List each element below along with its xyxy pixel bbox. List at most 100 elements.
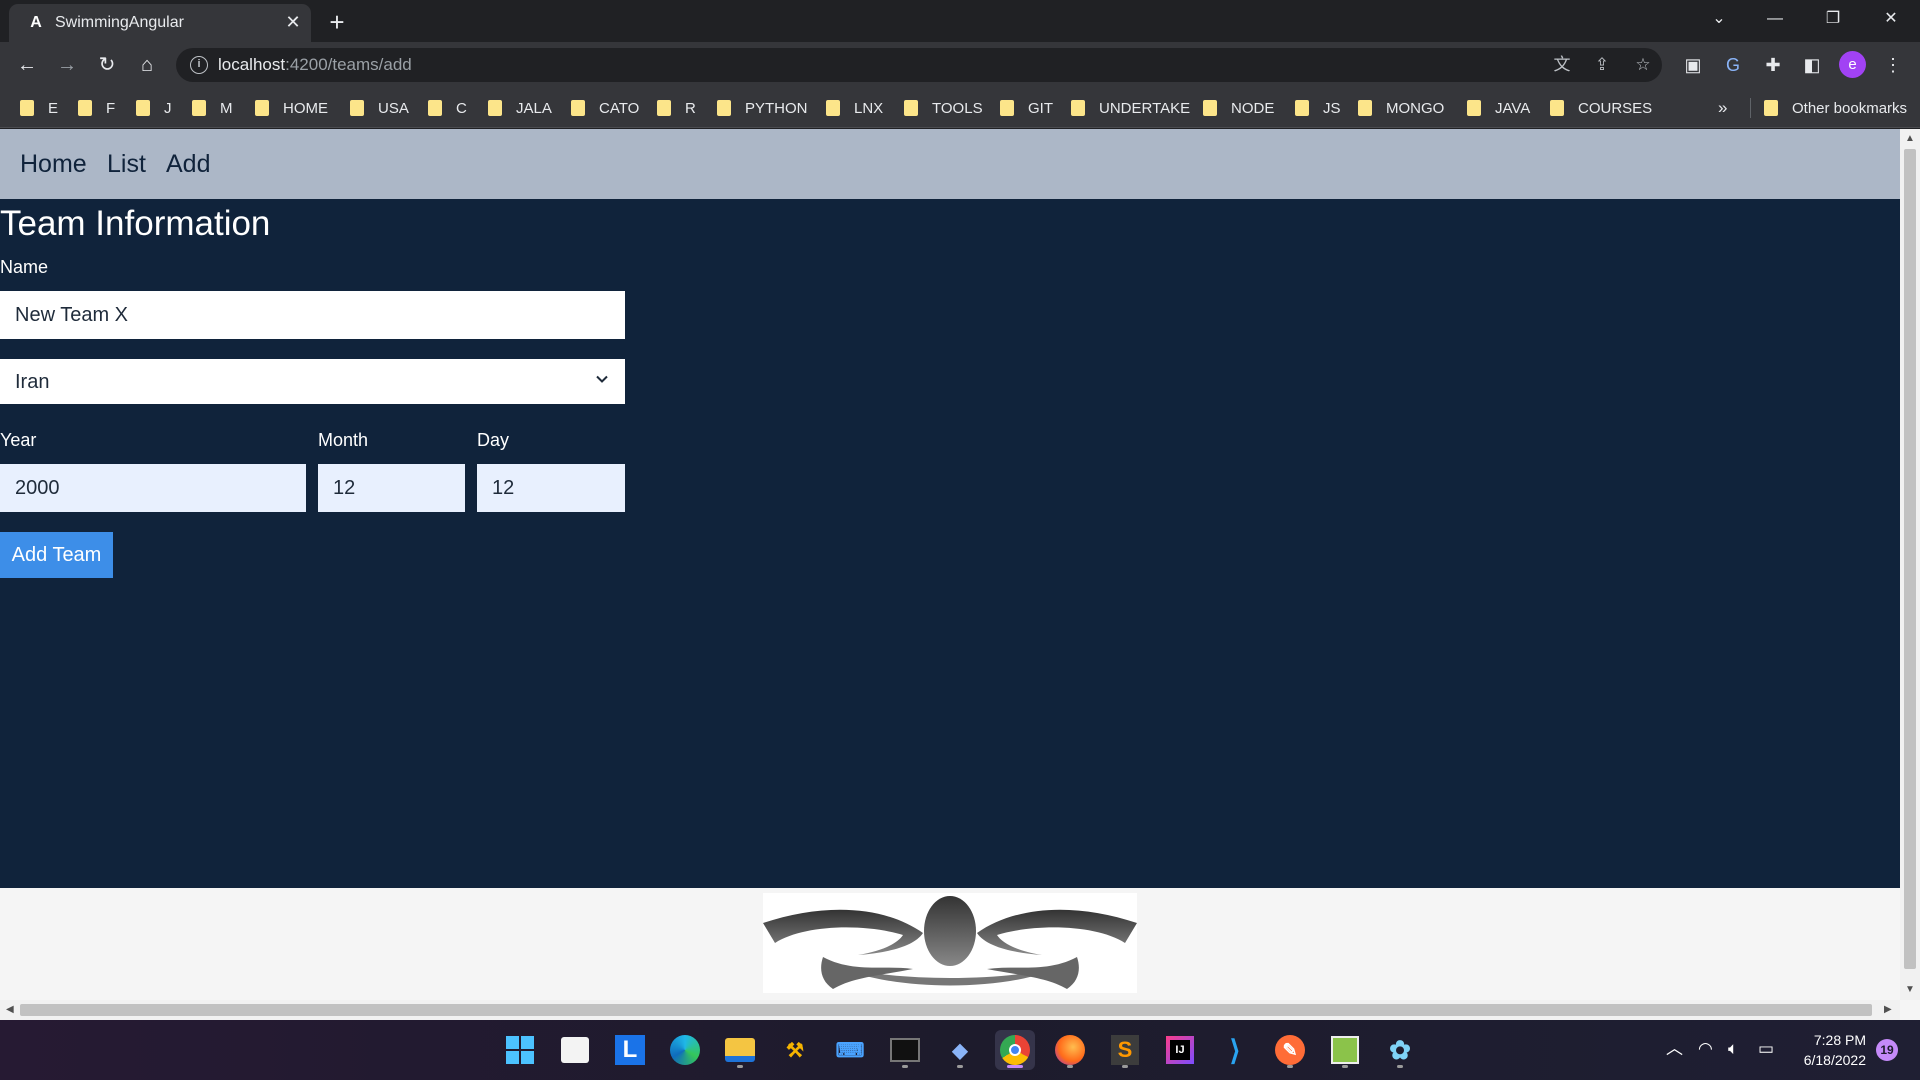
battery-icon[interactable]: ▭	[1758, 1038, 1774, 1060]
bookmark-folder[interactable]: GIT	[1000, 96, 1053, 120]
google-translate-extension-icon[interactable]: G	[1718, 50, 1748, 80]
nav-home-link[interactable]: Home	[20, 149, 87, 179]
terminal-icon[interactable]	[885, 1030, 925, 1070]
scroll-up-arrow-icon[interactable]: ▲	[1905, 134, 1915, 144]
bookmark-folder[interactable]: UNDERTAKE	[1071, 96, 1190, 120]
bookmark-folder[interactable]: C	[428, 96, 467, 120]
team-form-section: Team Information Name New Team X Iran Ye…	[0, 199, 1900, 888]
store-icon[interactable]	[555, 1030, 595, 1070]
nav-list-link[interactable]: List	[107, 149, 146, 179]
bookmark-folder[interactable]: CATO	[571, 96, 639, 120]
mongodb-compass-icon[interactable]: ✿	[1380, 1030, 1420, 1070]
folder-icon	[1764, 100, 1778, 116]
bookmark-folder[interactable]: F	[78, 96, 115, 120]
swimmer-logo-graphic	[763, 896, 1137, 989]
extension-icon[interactable]: ▣	[1678, 50, 1708, 80]
bookmark-folder[interactable]: LNX	[826, 96, 883, 120]
bookmark-folder[interactable]: J	[136, 96, 172, 120]
other-bookmarks-folder[interactable]: Other bookmarks	[1764, 96, 1907, 120]
bookmark-folder[interactable]: USA	[350, 96, 409, 120]
bookmark-folder[interactable]: JS	[1295, 96, 1341, 120]
country-select[interactable]: Iran	[0, 359, 625, 404]
vscode-icon[interactable]: ⟩	[1215, 1030, 1255, 1070]
tab-title: SwimmingAngular	[55, 14, 184, 31]
bookmark-folder[interactable]: PYTHON	[717, 96, 808, 120]
folder-icon	[717, 100, 731, 116]
reload-icon[interactable]: ↻	[92, 50, 122, 80]
bookmark-folder[interactable]: MONGO	[1358, 96, 1444, 120]
minimize-button[interactable]: —	[1752, 4, 1798, 34]
month-input[interactable]: 12	[318, 464, 465, 512]
day-label: Day	[477, 430, 510, 450]
forward-icon[interactable]: →	[52, 50, 82, 80]
year-label: Year	[0, 430, 37, 450]
horizontal-scroll-thumb[interactable]	[20, 1004, 1872, 1016]
close-tab-icon[interactable]: ✕	[281, 10, 305, 34]
restore-button[interactable]: ❐	[1810, 4, 1856, 34]
add-team-button[interactable]: Add Team	[0, 532, 113, 578]
close-window-button[interactable]: ✕	[1868, 4, 1914, 34]
folder-icon	[1203, 100, 1217, 116]
notification-badge[interactable]: 19	[1876, 1039, 1898, 1061]
new-tab-button[interactable]: +	[322, 8, 352, 38]
lens-app-icon[interactable]: L	[610, 1030, 650, 1070]
intellij-icon[interactable]: IJ	[1160, 1030, 1200, 1070]
translate-icon[interactable]: 文	[1550, 54, 1574, 76]
edge-icon[interactable]	[665, 1030, 705, 1070]
system-clock[interactable]: 7:28 PM 6/18/2022	[1796, 1030, 1866, 1070]
nav-add-link[interactable]: Add	[166, 149, 210, 179]
folder-icon	[78, 100, 92, 116]
profile-avatar[interactable]: e	[1839, 51, 1866, 78]
back-icon[interactable]: ←	[12, 50, 42, 80]
bookmark-folder[interactable]: JAVA	[1467, 96, 1530, 120]
horizontal-scrollbar[interactable]: ◀ ▶	[0, 1000, 1900, 1020]
bookmark-folder[interactable]: NODE	[1203, 96, 1274, 120]
browser-tab[interactable]: A SwimmingAngular ✕	[9, 4, 311, 42]
show-hidden-icons-icon[interactable]: ︿	[1666, 1038, 1683, 1060]
share-icon[interactable]: ⇪	[1590, 54, 1614, 76]
folder-icon	[1071, 100, 1085, 116]
side-panel-icon[interactable]: ◧	[1797, 50, 1827, 80]
start-icon[interactable]	[500, 1030, 540, 1070]
folder-icon	[1295, 100, 1309, 116]
bookmark-folder[interactable]: E	[20, 96, 58, 120]
address-bar[interactable]: i localhost:4200/teams/add 文 ⇪ ☆	[176, 48, 1662, 82]
extensions-puzzle-icon[interactable]: ✚	[1758, 50, 1788, 80]
vertical-scrollbar[interactable]: ▲ ▼	[1900, 129, 1920, 1000]
postman-icon[interactable]: ✎	[1270, 1030, 1310, 1070]
scroll-left-arrow-icon[interactable]: ◀	[6, 1005, 14, 1015]
year-input[interactable]: 2000	[0, 464, 306, 512]
tools-app-icon[interactable]: ⚒	[775, 1030, 815, 1070]
country-select-value: Iran	[15, 371, 50, 393]
scroll-down-arrow-icon[interactable]: ▼	[1905, 985, 1915, 995]
chrome-icon[interactable]	[995, 1030, 1035, 1070]
network-app-icon[interactable]: ⌨	[830, 1030, 870, 1070]
git-client-icon[interactable]: ◆	[940, 1030, 980, 1070]
file-explorer-icon[interactable]	[720, 1030, 760, 1070]
bookmark-folder[interactable]: M	[192, 96, 233, 120]
day-input[interactable]: 12	[477, 464, 625, 512]
site-info-icon[interactable]: i	[190, 56, 208, 74]
menu-kebab-icon[interactable]: ⋮	[1878, 50, 1908, 80]
firefox-icon[interactable]	[1050, 1030, 1090, 1070]
home-icon[interactable]: ⌂	[132, 50, 162, 80]
wifi-icon[interactable]: ◠	[1698, 1038, 1713, 1060]
bookmark-folder[interactable]: R	[657, 96, 696, 120]
url-text[interactable]: localhost:4200/teams/add	[218, 55, 412, 75]
tab-search-icon[interactable]: ⌄	[1696, 4, 1742, 34]
bookmark-folder[interactable]: COURSES	[1550, 96, 1652, 120]
browser-tab-strip: A SwimmingAngular ✕ + ⌄ — ❐ ✕	[0, 0, 1920, 42]
folder-icon	[1550, 100, 1564, 116]
more-bookmarks-button[interactable]: »	[1718, 96, 1727, 120]
bookmark-folder[interactable]: HOME	[255, 96, 328, 120]
sublime-text-icon[interactable]: S	[1105, 1030, 1145, 1070]
scroll-right-arrow-icon[interactable]: ▶	[1884, 1005, 1892, 1015]
bookmark-star-icon[interactable]: ☆	[1631, 54, 1655, 76]
bookmark-folder[interactable]: TOOLS	[904, 96, 983, 120]
app-navbar: Home List Add	[0, 129, 1900, 199]
image-viewer-icon[interactable]	[1325, 1030, 1365, 1070]
vertical-scroll-thumb[interactable]	[1904, 149, 1916, 969]
bookmark-folder[interactable]: JALA	[488, 96, 552, 120]
volume-muted-icon[interactable]: 🔈︎	[1728, 1038, 1738, 1060]
team-name-input[interactable]: New Team X	[0, 291, 625, 339]
